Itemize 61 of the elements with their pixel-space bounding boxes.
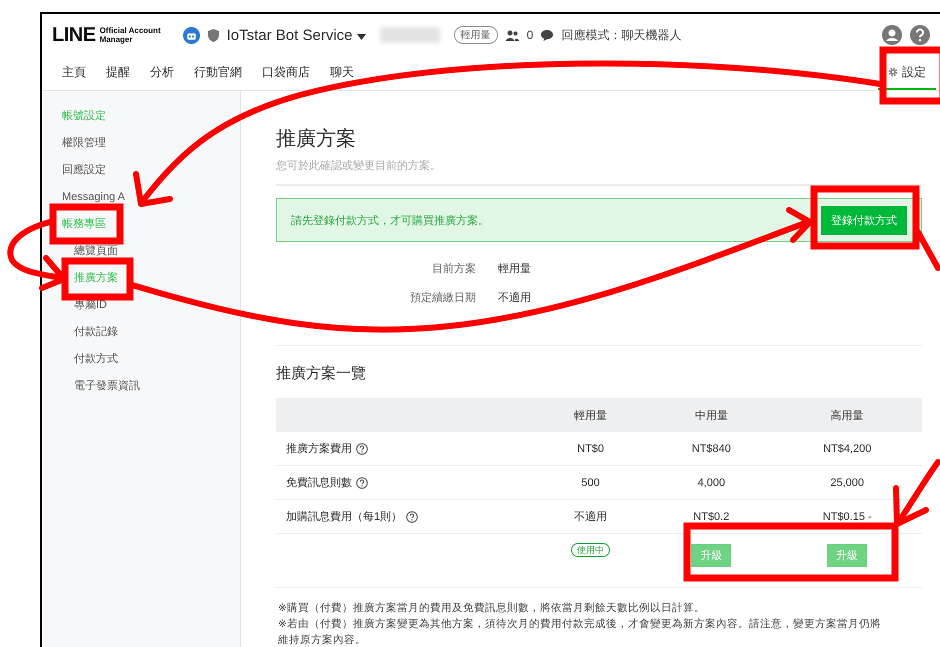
info-value: 不適用 <box>498 290 532 305</box>
help-icon[interactable] <box>356 442 368 454</box>
table-header-cell: 中用量 <box>650 398 772 432</box>
table-cell: NT$0 <box>531 432 650 466</box>
table-cell: NT$4,200 <box>772 432 922 466</box>
sidebar-item[interactable]: 權限管理 <box>42 130 240 157</box>
settings-tab[interactable]: 設定 <box>878 56 936 90</box>
annotation-box <box>880 46 940 104</box>
page-subtitle: 您可於此確認或變更目前的方案。 <box>276 158 922 186</box>
plan-badge: 輕用量 <box>454 26 498 44</box>
nav-tab[interactable]: 聊天 <box>320 56 364 90</box>
table-header-cell: 輕用量 <box>531 398 650 432</box>
nav-tab[interactable]: 主頁 <box>52 56 96 90</box>
logo-subtitle: Manager <box>100 35 134 44</box>
response-mode-text: 回應模式：聊天機器人 <box>561 26 682 44</box>
page-title: 推廣方案 <box>276 127 357 152</box>
sidebar-item[interactable]: 付款方式 <box>42 346 240 373</box>
nav-tab[interactable]: 分析 <box>140 56 184 90</box>
help-icon[interactable] <box>910 25 930 45</box>
sidebar-item[interactable]: 付款記錄 <box>42 319 240 346</box>
sidebar-item[interactable]: 總覽頁面 <box>42 238 240 265</box>
account-name-dropdown[interactable]: IoTstar Bot Service <box>226 26 366 44</box>
nav-tab[interactable]: 口袋商店 <box>252 56 320 90</box>
sidebar-item[interactable]: Messaging A <box>42 184 240 211</box>
row-label: 免費訊息則數 <box>286 476 352 490</box>
logo-text: LINE <box>52 24 96 46</box>
table-cell: 25,000 <box>772 466 922 500</box>
people-icon <box>506 30 519 40</box>
alert-message: 請先登錄付款方式，才可購買推廣方案。 <box>291 214 489 228</box>
annotation-box <box>62 258 134 300</box>
table-cell: NT$0.2 <box>650 500 772 534</box>
settings-icon <box>888 67 898 77</box>
user-avatar-icon[interactable] <box>882 25 902 45</box>
caret-icon <box>356 34 366 40</box>
table-cell: NT$840 <box>650 432 772 466</box>
table-cell: 不適用 <box>531 500 650 534</box>
row-label: 加購訊息費用（每1則） <box>286 510 402 524</box>
nav-tab[interactable]: 提醒 <box>96 56 140 90</box>
nav-tab[interactable]: 行動官網 <box>184 56 252 90</box>
help-icon[interactable] <box>406 510 418 522</box>
logo-subtitle: Official Account <box>100 26 161 35</box>
sidebar-item[interactable]: 回應設定 <box>42 157 240 184</box>
table-cell: 4,000 <box>650 466 772 500</box>
table-cell: 500 <box>531 466 650 500</box>
table-cell: NT$0.15 - <box>772 500 922 534</box>
table-header-cell: 高用量 <box>772 398 922 432</box>
info-label: 目前方案 <box>431 262 476 276</box>
note-text: ※購買（付費）推廣方案當月的費用及免費訊息則數，將依當月剩餘天數比例以日計算。 <box>278 601 706 616</box>
info-value: 輕用量 <box>498 262 532 276</box>
note-text: ※若由（付費）推廣方案變更為其他方案，須待次月的費用付款完成後，才會變更為新方案內容。請注意，變更方案當月仍將維持原方案內容。 <box>278 617 882 647</box>
row-label: 推廣方案費用 <box>286 442 352 456</box>
chat-bubble-icon <box>541 30 554 40</box>
in-use-badge: 使用中 <box>571 543 610 557</box>
robot-avatar-icon <box>182 26 200 44</box>
blurred-id-placeholder <box>380 27 440 43</box>
friends-count: 0 <box>526 28 534 42</box>
shield-icon <box>208 28 219 42</box>
help-icon[interactable] <box>356 476 368 488</box>
section-title: 推廣方案一覽 <box>276 364 367 383</box>
info-label: 預定續繳日期 <box>409 290 476 305</box>
sidebar-item[interactable]: 電子發票資訊 <box>42 373 240 400</box>
